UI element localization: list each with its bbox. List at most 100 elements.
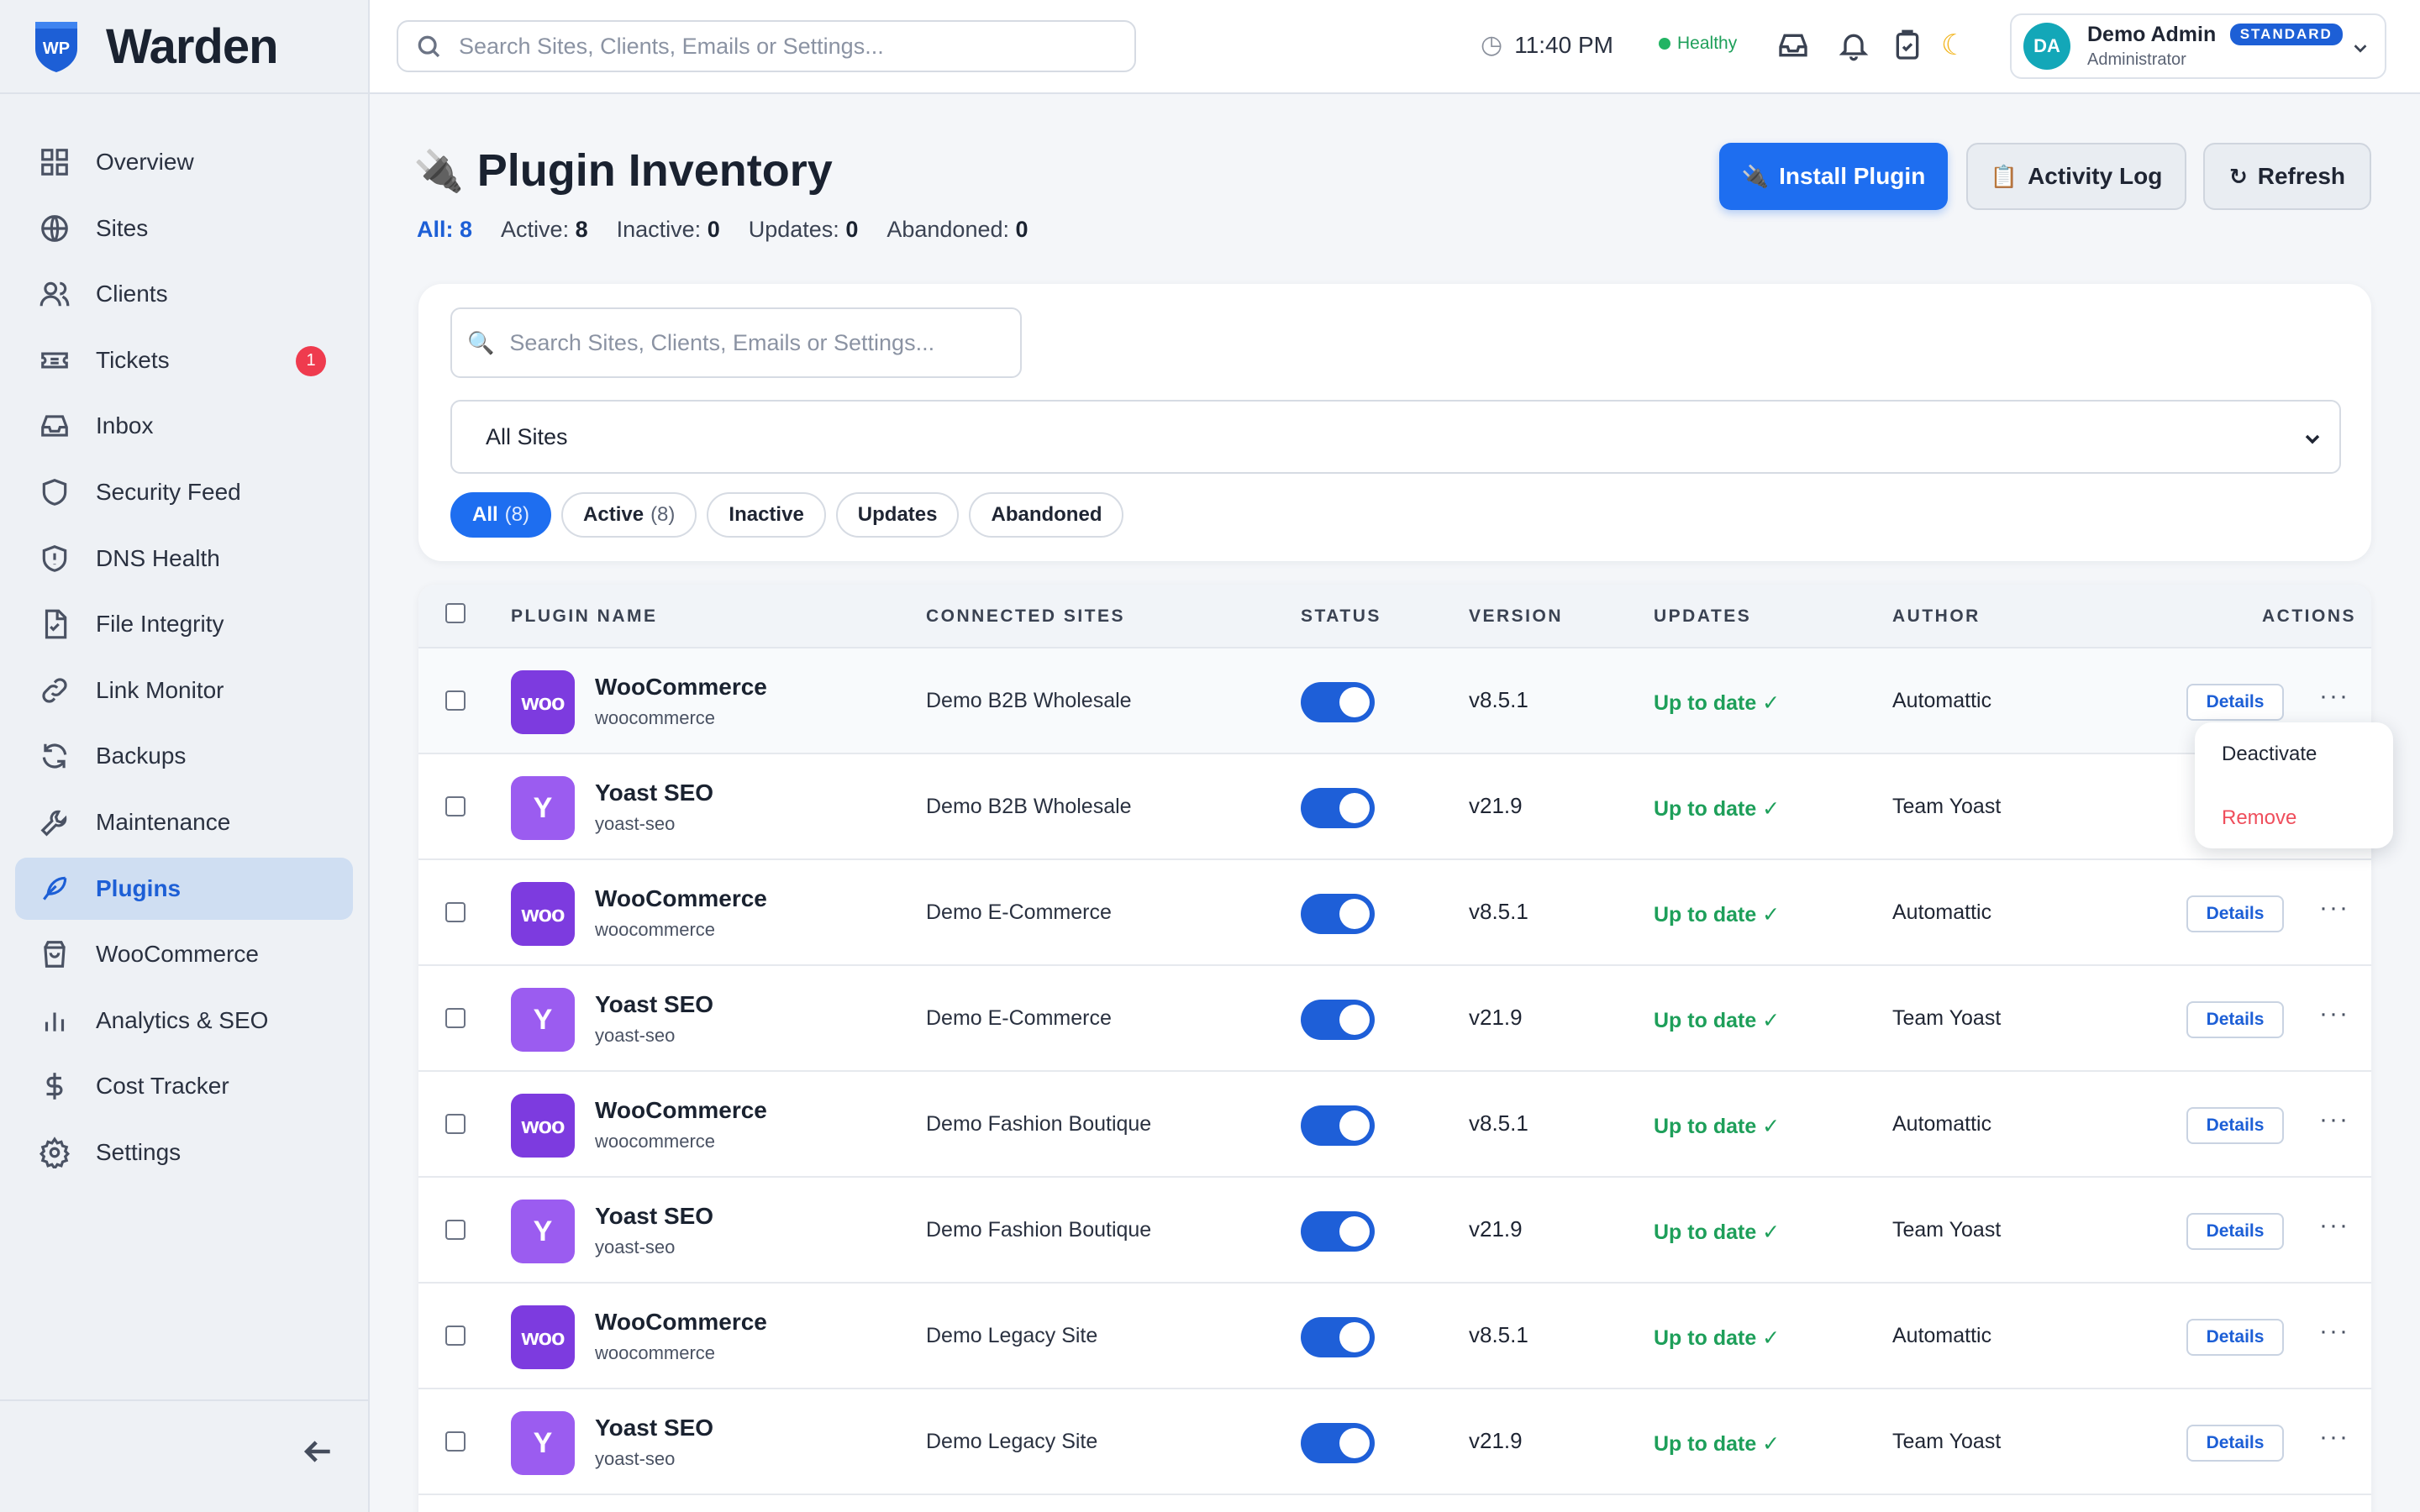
global-search-input[interactable]: [459, 33, 1114, 60]
global-search[interactable]: [397, 20, 1136, 72]
row-checkbox[interactable]: [445, 1326, 466, 1346]
col-author[interactable]: AUTHOR: [1892, 606, 1981, 627]
filter-pill-all[interactable]: All (8): [450, 492, 552, 538]
details-button[interactable]: Details: [2186, 1213, 2284, 1250]
more-actions-button[interactable]: ···: [2319, 1423, 2349, 1452]
col-updates[interactable]: UPDATES: [1654, 606, 1751, 627]
collapse-sidebar-button[interactable]: [299, 1433, 336, 1470]
sidebar-item-backups[interactable]: Backups: [15, 725, 353, 787]
filter-pill-abandoned[interactable]: Abandoned: [969, 492, 1124, 538]
sidebar-item-inbox[interactable]: Inbox: [15, 395, 353, 457]
toggle-knob: [1339, 1322, 1370, 1352]
more-actions-button[interactable]: ···: [2319, 1000, 2349, 1028]
woocommerce-logo-icon: woo: [511, 882, 575, 946]
more-actions-button[interactable]: ···: [2319, 894, 2349, 922]
health-status[interactable]: Healthy: [1659, 34, 1737, 54]
refresh-button[interactable]: ↻ Refresh: [2203, 143, 2371, 210]
details-button[interactable]: Details: [2186, 1107, 2284, 1144]
site-select-value: All Sites: [486, 423, 568, 449]
yoast-logo-icon: Y: [511, 988, 575, 1052]
row-checkbox[interactable]: [445, 1114, 466, 1134]
status-toggle[interactable]: [1301, 894, 1375, 934]
sidebar-item-maintenance[interactable]: Maintenance: [15, 791, 353, 853]
filter-pill-updates[interactable]: Updates: [835, 492, 960, 538]
sidebar-item-file-integrity[interactable]: File Integrity: [15, 593, 353, 655]
status-toggle[interactable]: [1301, 1423, 1375, 1463]
details-button[interactable]: Details: [2186, 1425, 2284, 1462]
row-checkbox[interactable]: [445, 902, 466, 922]
sidebar-item-settings[interactable]: Settings: [15, 1121, 353, 1184]
sidebar-item-label: Backups: [96, 743, 187, 769]
count-inactive[interactable]: Inactive: 0: [617, 217, 720, 243]
toggle-knob: [1339, 1428, 1370, 1458]
select-all-checkbox[interactable]: [445, 603, 466, 623]
install-plugin-button[interactable]: 🔌 Install Plugin: [1719, 143, 1948, 210]
col-connected-sites[interactable]: CONNECTED SITES: [926, 606, 1125, 627]
plugin-search[interactable]: 🔍: [450, 307, 1022, 378]
status-toggle[interactable]: [1301, 1317, 1375, 1357]
health-label: Healthy: [1677, 34, 1738, 53]
sidebar-item-dns-health[interactable]: DNS Health: [15, 528, 353, 590]
row-checkbox[interactable]: [445, 796, 466, 816]
details-button[interactable]: Details: [2186, 895, 2284, 932]
count-abandoned[interactable]: Abandoned: 0: [886, 217, 1028, 243]
more-actions-button[interactable]: ···: [2319, 1317, 2349, 1346]
col-version[interactable]: VERSION: [1469, 606, 1563, 627]
deactivate-menu-item[interactable]: Deactivate: [2222, 743, 2317, 766]
sidebar-item-tickets[interactable]: Tickets 1: [15, 329, 353, 391]
plugin-slug: woocommerce: [595, 1342, 716, 1363]
sidebar-item-sites[interactable]: Sites: [15, 197, 353, 260]
details-button[interactable]: Details: [2186, 1319, 2284, 1356]
remove-menu-item[interactable]: Remove: [2222, 806, 2296, 830]
theme-toggle-moon-icon[interactable]: ☾: [1941, 29, 1966, 62]
update-status: Up to date ✓: [1654, 691, 1781, 715]
row-checkbox[interactable]: [445, 690, 466, 711]
plugin-slug: yoast-seo: [595, 1448, 676, 1469]
more-actions-button[interactable]: ···: [2319, 1211, 2349, 1240]
row-checkbox[interactable]: [445, 1220, 466, 1240]
sidebar-item-overview[interactable]: Overview: [15, 131, 353, 193]
details-button[interactable]: Details: [2186, 684, 2284, 721]
brand[interactable]: WP Warden: [0, 0, 368, 94]
plugin-author: Automattic: [1892, 1112, 1992, 1136]
refresh-icon: [42, 743, 67, 769]
status-toggle[interactable]: [1301, 682, 1375, 722]
status-toggle[interactable]: [1301, 1000, 1375, 1040]
sidebar-item-link-monitor[interactable]: Link Monitor: [15, 659, 353, 722]
more-actions-button[interactable]: ···: [2319, 1105, 2349, 1134]
sidebar-item-label: File Integrity: [96, 611, 224, 638]
row-checkbox[interactable]: [445, 1008, 466, 1028]
connected-site: Demo E-Commerce: [926, 1006, 1112, 1030]
details-button[interactable]: Details: [2186, 1001, 2284, 1038]
count-active[interactable]: Active: 8: [501, 217, 588, 243]
row-checkbox[interactable]: [445, 1431, 466, 1452]
sidebar-item-cost-tracker[interactable]: Cost Tracker: [15, 1055, 353, 1117]
sidebar-item-security-feed[interactable]: Security Feed: [15, 461, 353, 523]
plugin-search-input[interactable]: [509, 329, 1014, 356]
connected-site: Demo B2B Wholesale: [926, 795, 1132, 818]
sidebar-item-analytics-seo[interactable]: Analytics & SEO: [15, 990, 353, 1052]
status-toggle[interactable]: [1301, 1105, 1375, 1146]
status-toggle[interactable]: [1301, 788, 1375, 828]
tasks-button[interactable]: [1891, 29, 1926, 64]
sidebar-item-woocommerce[interactable]: WooCommerce: [15, 923, 353, 985]
sidebar-item-clients[interactable]: Clients: [15, 263, 353, 325]
filter-pill-inactive[interactable]: Inactive: [707, 492, 826, 538]
sidebar-item-plugins[interactable]: Plugins: [15, 857, 353, 920]
more-actions-button[interactable]: ···: [2319, 682, 2349, 711]
count-all[interactable]: All: 8: [417, 217, 472, 243]
count-updates[interactable]: Updates: 0: [749, 217, 859, 243]
inbox-button[interactable]: [1776, 29, 1812, 64]
site-select[interactable]: All Sites: [450, 400, 2341, 474]
filter-pill-active[interactable]: Active (8): [561, 492, 697, 538]
user-menu[interactable]: DA Demo Admin STANDARD Administrator: [2010, 13, 2386, 79]
col-plugin-name[interactable]: PLUGIN NAME: [511, 606, 658, 627]
sidebar-footer: [0, 1399, 368, 1512]
notifications-button[interactable]: [1837, 29, 1872, 64]
status-toggle[interactable]: [1301, 1211, 1375, 1252]
col-status[interactable]: STATUS: [1301, 606, 1381, 627]
plugin-name: Yoast SEO: [595, 780, 714, 806]
update-status: Up to date ✓: [1654, 1009, 1781, 1032]
activity-log-button[interactable]: 📋 Activity Log: [1966, 143, 2186, 210]
bar-chart-icon: [45, 1012, 65, 1032]
